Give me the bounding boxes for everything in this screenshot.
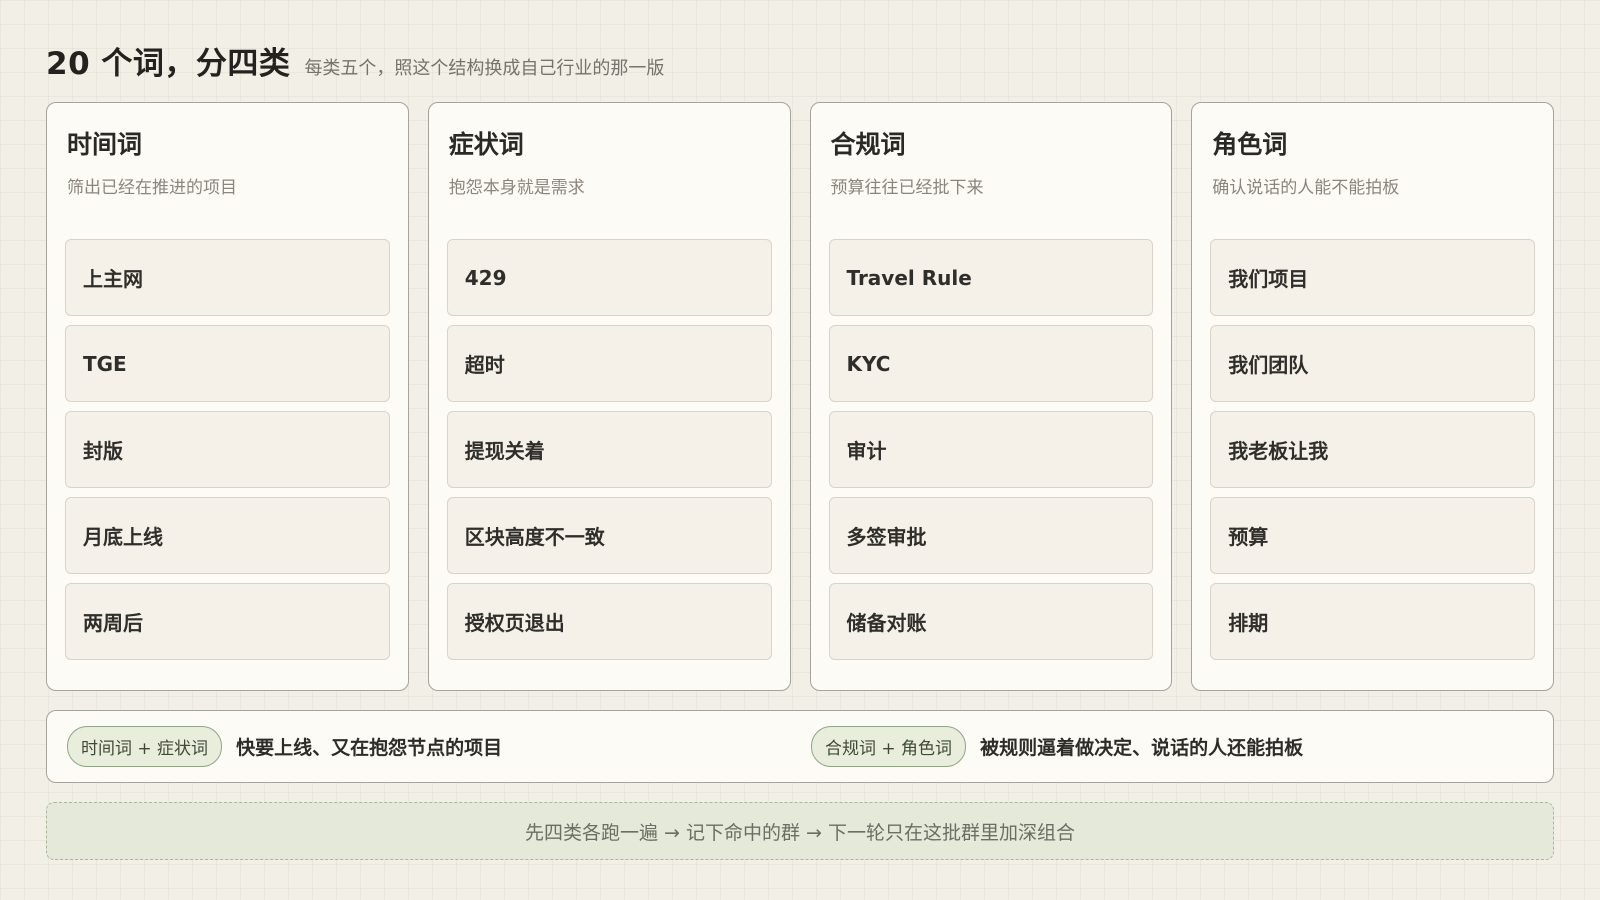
combination-tag[interactable]: 合规词 + 角色词 xyxy=(811,726,967,767)
category-title: 症状词 xyxy=(448,130,524,159)
keyword-item[interactable]: 区块高度不一致 xyxy=(446,497,772,574)
category-title: 合规词 xyxy=(830,130,906,159)
combination-compliance-role: 合规词 + 角色词 被规则逼着做决定、说话的人还能拍板 xyxy=(811,711,1303,782)
workflow-note: 先四类各跑一遍 → 记下命中的群 → 下一轮只在这批群里加深组合 xyxy=(46,802,1554,860)
combination-description: 被规则逼着做决定、说话的人还能拍板 xyxy=(980,737,1304,759)
keyword-item[interactable]: 上主网 xyxy=(65,239,390,316)
category-subtitle: 预算往往已经批下来 xyxy=(830,178,984,198)
category-card-role: 角色词 确认说话的人能不能拍板 我们项目 我们团队 我老板让我 预算 排期 xyxy=(1191,102,1554,691)
combination-description: 快要上线、又在抱怨节点的项目 xyxy=(236,737,503,759)
category-subtitle: 抱怨本身就是需求 xyxy=(448,178,585,198)
keyword-item[interactable]: 储备对账 xyxy=(828,583,1154,660)
keyword-list: 我们项目 我们团队 我老板让我 预算 排期 xyxy=(1210,239,1535,660)
keyword-item[interactable]: 我老板让我 xyxy=(1210,411,1535,488)
keyword-item[interactable]: 提现关着 xyxy=(446,411,772,488)
category-title: 时间词 xyxy=(67,130,143,159)
keyword-item[interactable]: 审计 xyxy=(828,411,1154,488)
keyword-item[interactable]: 我们项目 xyxy=(1210,239,1535,316)
category-columns: 时间词 筛出已经在推进的项目 上主网 TGE 封版 月底上线 两周后 症状词 抱… xyxy=(46,102,1554,691)
combination-bar: 时间词 + 症状词 快要上线、又在抱怨节点的项目 合规词 + 角色词 被规则逼着… xyxy=(46,710,1554,783)
keyword-item[interactable]: 授权页退出 xyxy=(446,583,772,660)
category-subtitle: 筛出已经在推进的项目 xyxy=(67,178,237,198)
keyword-item[interactable]: KYC xyxy=(828,325,1154,402)
keyword-list: Travel Rule KYC 审计 多签审批 储备对账 xyxy=(828,239,1154,660)
combination-time-symptom: 时间词 + 症状词 快要上线、又在抱怨节点的项目 xyxy=(67,726,502,767)
category-card-symptom: 症状词 抱怨本身就是需求 429 超时 提现关着 区块高度不一致 授权页退出 xyxy=(427,102,791,691)
page-subtitle: 每类五个，照这个结构换成自己行业的那一版 xyxy=(304,58,665,79)
page-title: 20 个词，分四类 xyxy=(46,46,291,82)
keyword-item[interactable]: 封版 xyxy=(65,411,390,488)
category-card-time: 时间词 筛出已经在推进的项目 上主网 TGE 封版 月底上线 两周后 xyxy=(46,102,409,691)
keyword-item[interactable]: 429 xyxy=(446,239,772,316)
keyword-item[interactable]: Travel Rule xyxy=(828,239,1154,316)
category-subtitle: 确认说话的人能不能拍板 xyxy=(1212,178,1400,198)
keyword-item[interactable]: 月底上线 xyxy=(65,497,390,574)
category-title: 角色词 xyxy=(1212,130,1288,159)
keyword-item[interactable]: 超时 xyxy=(446,325,772,402)
keyword-item[interactable]: 排期 xyxy=(1210,583,1535,660)
keyword-item[interactable]: 多签审批 xyxy=(828,497,1154,574)
keyword-list: 429 超时 提现关着 区块高度不一致 授权页退出 xyxy=(446,239,772,660)
page-header: 20 个词，分四类 每类五个，照这个结构换成自己行业的那一版 xyxy=(46,38,664,83)
keyword-item[interactable]: 预算 xyxy=(1210,497,1535,574)
keyword-item[interactable]: 我们团队 xyxy=(1210,325,1535,402)
keyword-list: 上主网 TGE 封版 月底上线 两周后 xyxy=(65,239,390,660)
keyword-item[interactable]: TGE xyxy=(65,325,390,402)
keyword-item[interactable]: 两周后 xyxy=(65,583,390,660)
category-card-compliance: 合规词 预算往往已经批下来 Travel Rule KYC 审计 多签审批 储备… xyxy=(809,102,1173,691)
combination-tag[interactable]: 时间词 + 症状词 xyxy=(67,726,223,767)
